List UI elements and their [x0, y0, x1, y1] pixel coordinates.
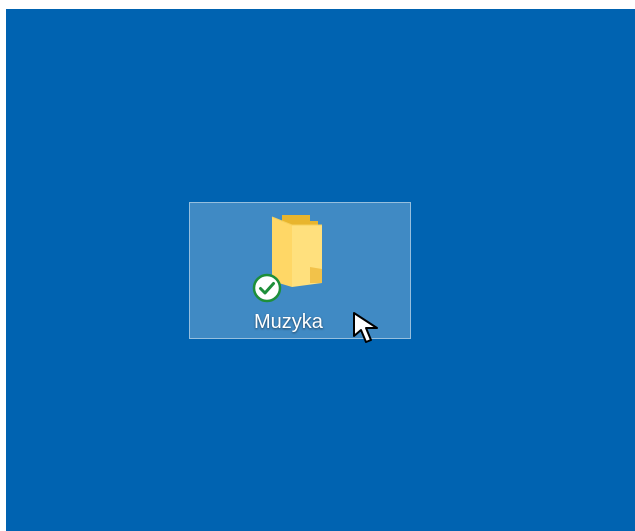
arrow-pointer-icon: [353, 312, 378, 343]
screen: Muzyka: [0, 0, 635, 531]
desktop-icon-label: Muzyka: [254, 311, 323, 333]
sync-status-ok-icon: [252, 273, 282, 303]
desktop[interactable]: Muzyka: [6, 9, 635, 531]
